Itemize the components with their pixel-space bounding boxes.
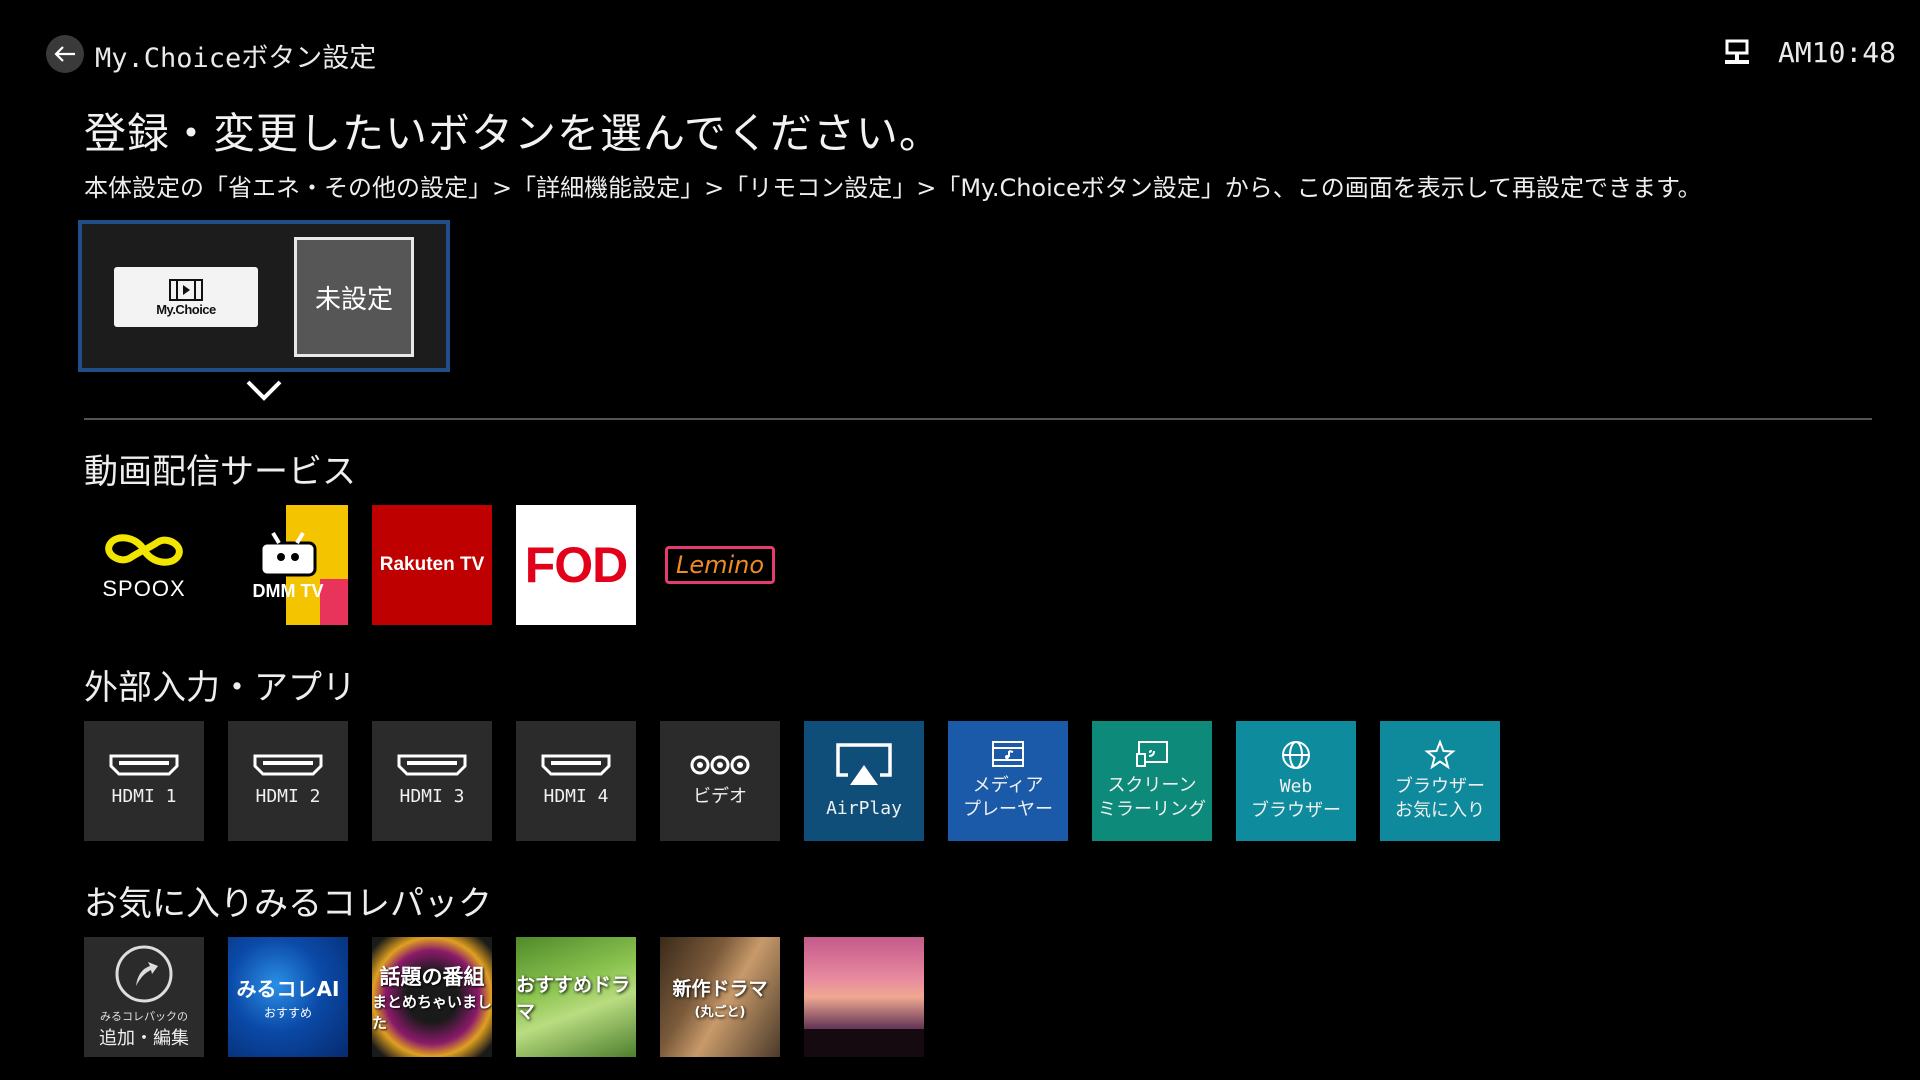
tile-mirukore-topics[interactable]: 話題の番組 まとめちゃいました <box>372 937 492 1057</box>
hdmi-icon <box>109 754 179 776</box>
tile-dmm-tv[interactable]: DMM TV <box>228 505 348 625</box>
add-edit-label: 追加・編集 <box>99 1028 189 1049</box>
topics-label-2: まとめちゃいました <box>372 993 492 1032</box>
media-player-icon <box>992 741 1024 767</box>
screen-mirroring-icon <box>1136 741 1168 767</box>
film-icon <box>169 278 203 301</box>
fod-label: FOD <box>524 537 629 593</box>
tile-fod[interactable]: FOD <box>516 505 636 625</box>
lemino-label: Lemino <box>675 551 765 579</box>
section-title-mirukore: お気に入りみるコレパック <box>84 884 492 924</box>
dmm-tv-icon <box>259 531 317 576</box>
tile-video[interactable]: ビデオ <box>660 721 780 841</box>
mychoice-button[interactable]: My.Choice <box>114 267 258 327</box>
tile-mirukore-add-edit[interactable]: みるコレパックの 追加・編集 <box>84 937 204 1057</box>
media-player-label-2: プレーヤー <box>963 799 1053 820</box>
section-title-inputs: 外部入力・アプリ <box>84 668 356 708</box>
add-edit-icon <box>115 945 173 1003</box>
hdmi-icon <box>253 754 323 776</box>
screen-mirroring-label-1: スクリーン <box>1107 775 1197 796</box>
unset-slot[interactable]: 未設定 <box>294 237 414 357</box>
tile-mirukore-sunset[interactable] <box>804 937 924 1057</box>
hdmi-icon <box>541 754 611 776</box>
mychoice-label: My.Choice <box>156 301 216 317</box>
browser-favorites-label-2: お気に入り <box>1395 800 1485 821</box>
back-arrow-icon[interactable] <box>46 35 84 73</box>
tile-web-browser[interactable]: Web ブラウザー <box>1236 721 1356 841</box>
star-icon <box>1424 739 1456 770</box>
tile-rakuten-tv[interactable]: Rakuten TV <box>372 505 492 625</box>
tile-airplay[interactable]: AirPlay <box>804 721 924 841</box>
topics-label-1: 話題の番組 <box>379 965 485 989</box>
media-player-label-1: メディア <box>972 775 1044 796</box>
spoox-logo-icon <box>105 534 183 566</box>
tile-spoox[interactable]: SPOOX <box>84 505 204 625</box>
hdmi-3-label: HDMI 3 <box>399 786 465 807</box>
hdmi-2-label: HDMI 2 <box>255 786 321 807</box>
network-icon <box>1722 38 1752 70</box>
rakuten-tv-label: Rakuten TV <box>379 554 485 575</box>
add-edit-small-label: みるコレパックの <box>100 1010 188 1023</box>
browser-favorites-label-1: ブラウザー <box>1395 776 1485 797</box>
web-browser-label-1: Web <box>1279 776 1313 797</box>
mirukore-ai-sub: おすすめ <box>263 1006 312 1020</box>
page-title: 登録・変更したいボタンを選んでください。 <box>84 109 942 158</box>
section-title-streaming: 動画配信サービス <box>84 452 356 492</box>
lemino-frame: Lemino <box>664 546 776 584</box>
globe-icon <box>1282 741 1310 769</box>
sunset-bridge-image <box>804 1029 924 1057</box>
tile-lemino[interactable]: Lemino <box>660 505 780 625</box>
hdmi-1-label: HDMI 1 <box>111 786 177 807</box>
tile-browser-favorites[interactable]: ブラウザー お気に入り <box>1380 721 1500 841</box>
tile-hdmi-4[interactable]: HDMI 4 <box>516 721 636 841</box>
airplay-label: AirPlay <box>826 798 902 819</box>
page-subtitle: 本体設定の「省エネ・その他の設定」>「詳細機能設定」>「リモコン設定」>「My.… <box>84 174 1702 202</box>
screen-mirroring-label-2: ミラーリング <box>1098 799 1206 820</box>
tile-mirukore-drama[interactable]: おすすめドラマ <box>516 937 636 1057</box>
tile-mirukore-ai[interactable]: みるコレAI おすすめ <box>228 937 348 1057</box>
mirukore-ai-label: みるコレAI <box>236 977 340 1001</box>
hdmi-icon <box>397 754 467 776</box>
clock: AM10:48 <box>1778 36 1897 69</box>
divider <box>84 418 1872 420</box>
tile-screen-mirroring[interactable]: スクリーン ミラーリング <box>1092 721 1212 841</box>
hdmi-4-label: HDMI 4 <box>543 786 609 807</box>
tile-media-player[interactable]: メディア プレーヤー <box>948 721 1068 841</box>
chevron-down-icon <box>244 378 284 404</box>
new-drama-sub: (丸ごと) <box>694 1005 746 1020</box>
tile-hdmi-1[interactable]: HDMI 1 <box>84 721 204 841</box>
web-browser-label-2: ブラウザー <box>1251 800 1341 821</box>
dmm-tv-label: DMM TV <box>252 580 324 601</box>
dmm-bg-pink <box>320 579 348 625</box>
header-title: My.Choiceボタン設定 <box>95 43 377 74</box>
tile-hdmi-3[interactable]: HDMI 3 <box>372 721 492 841</box>
tile-mirukore-new-drama[interactable]: 新作ドラマ (丸ごと) <box>660 937 780 1057</box>
spoox-label: SPOOX <box>102 576 186 601</box>
video-input-icon <box>690 755 750 775</box>
video-label: ビデオ <box>693 786 747 807</box>
drama-label: おすすめドラマ <box>516 974 631 1023</box>
airplay-icon <box>836 743 892 785</box>
new-drama-label: 新作ドラマ <box>672 978 768 1000</box>
tile-hdmi-2[interactable]: HDMI 2 <box>228 721 348 841</box>
